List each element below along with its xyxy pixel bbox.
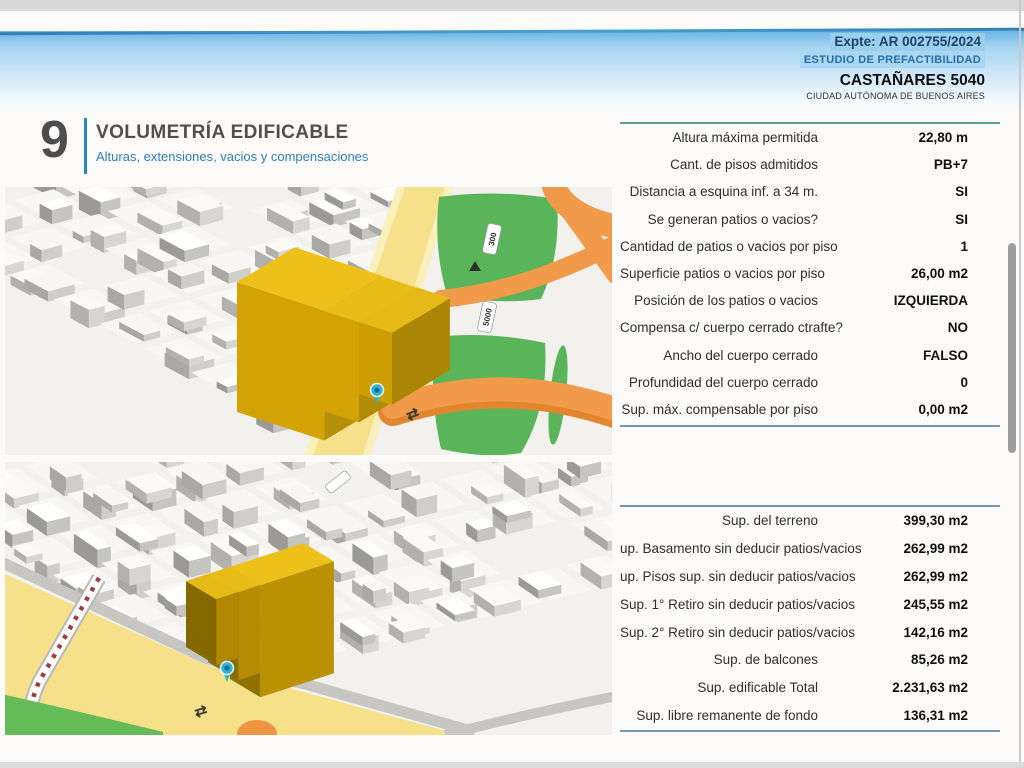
table-row: Compensa c/ cuerpo cerrado ctrafte? NO: [620, 314, 1000, 341]
bottom-gray-strip: [0, 762, 1024, 768]
table-row: Cantidad de patios o vacios por piso 1: [620, 233, 1000, 260]
row-value: SI: [955, 184, 968, 200]
row-label: Superficie patios o vacios por piso: [620, 266, 825, 282]
section-subtitle: Alturas, extensiones, vacios y compensac…: [96, 149, 369, 164]
row-value: NO: [947, 320, 968, 336]
row-label: Ancho del cuerpo cerrado: [663, 347, 818, 363]
document-page: Expte: AR 002755/2024 ESTUDIO DE PREFACT…: [0, 0, 1024, 768]
table-row: Sup. 1° Retiro sin deducir patios/vacios…: [620, 590, 1000, 618]
row-label: Se generan patios o vacios?: [647, 211, 818, 227]
row-value: IZQUIERDA: [893, 293, 968, 309]
scrollbar-thumb[interactable]: [1008, 243, 1016, 453]
row-value: 2.231,63 m2: [892, 680, 968, 696]
row-value: 262,99 m2: [903, 568, 968, 584]
row-value: 85,26 m2: [910, 652, 968, 668]
row-value: FALSO: [922, 347, 968, 363]
table-row: Se generan patios o vacios? SI: [620, 206, 1000, 233]
table-row: Sup. máx. compensable por piso 0,00 m2: [620, 396, 1000, 423]
row-label: Cantidad de patios o vacios por piso: [620, 238, 838, 254]
table-row: Profundidad del cuerpo cerrado 0: [620, 369, 1000, 396]
table-row: Sup. edificable Total 2.231,63 m2: [620, 674, 1000, 702]
table-row: Ancho del cuerpo cerrado FALSO: [620, 342, 1000, 369]
table-row: Cant. de pisos admitidos PB+7: [620, 151, 1000, 178]
row-value: 1: [960, 238, 968, 254]
row-label: Sup. libre remanente de fondo: [636, 707, 818, 723]
table-row: Sup. 2° Retiro sin deducir patios/vacios…: [620, 618, 1000, 646]
row-label: Sup. máx. compensable por piso: [621, 401, 818, 417]
row-value: 22,80 m: [918, 130, 968, 146]
row-label: Compensa c/ cuerpo cerrado ctrafte?: [620, 320, 843, 336]
row-value: 136,31 m2: [903, 707, 968, 723]
row-value: 26,00 m2: [910, 266, 968, 282]
row-value: SI: [955, 211, 968, 227]
page-edge-line: [1019, 0, 1021, 768]
row-value: 0: [960, 374, 968, 390]
report-header: Expte: AR 002755/2024 ESTUDIO DE PREFACT…: [799, 33, 985, 101]
row-label: Posición de los patios o vacios: [634, 293, 818, 309]
table-row: Superficie patios o vacios por piso 26,00…: [620, 260, 1000, 287]
row-label: Sup. 2° Retiro sin deducir patios/vacios: [620, 624, 856, 640]
map-3d-bottom: ⇄: [5, 462, 612, 735]
volumetry-table: Altura máxima permitida 22,80 m Cant. de p…: [620, 122, 1000, 427]
table-row: up. Pisos sup. sin deducir patios/vacios…: [620, 563, 1000, 591]
row-label: Sup. de balcones: [713, 652, 818, 668]
row-label: Profundidad del cuerpo cerrado: [628, 374, 818, 390]
expediente-number: Expte: AR 002755/2024: [830, 33, 985, 51]
study-type: ESTUDIO DE PREFACTIBILIDAD: [799, 52, 985, 68]
surfaces-table: Sup. del terreno 399,30 m2 up. Basamento s…: [620, 505, 1000, 732]
row-value: 142,16 m2: [903, 624, 968, 640]
section-divider: [84, 118, 87, 174]
table-row: Altura máxima permitida 22,80 m: [620, 124, 1000, 151]
row-label: Altura máxima permitida: [672, 130, 818, 146]
city-label: CIUDAD AUTÓNOMA DE BUENOS AIRES: [806, 91, 985, 101]
top-gray-strip: [0, 0, 1024, 11]
table-row: Sup. de balcones 85,26 m2: [620, 646, 1000, 674]
row-label: up. Basamento sin deducir patios/vacios: [620, 541, 862, 557]
row-label: Sup. 1° Retiro sin deducir patios/vacios: [620, 596, 856, 612]
table-row: Sup. libre remanente de fondo 136,31 m2: [620, 702, 1000, 730]
table-row: Distancia a esquina inf. a 34 m. SI: [620, 178, 1000, 205]
row-label: Cant. de pisos admitidos: [670, 157, 818, 173]
table-row: up. Basamento sin deducir patios/vacios 2…: [620, 535, 1000, 563]
row-label: Sup. del terreno: [721, 513, 818, 529]
row-value: 262,99 m2: [903, 541, 968, 557]
map-3d-top: 5000300⇄: [5, 187, 612, 455]
row-value: 245,55 m2: [903, 596, 968, 612]
table-row: Posición de los patios o vacios IZQUIERDA: [620, 287, 1000, 314]
section-number: 9: [40, 111, 69, 169]
table-row: Sup. del terreno 399,30 m2: [620, 507, 1000, 535]
row-value: 0,00 m2: [918, 401, 968, 417]
row-label: Distancia a esquina inf. a 34 m.: [629, 184, 818, 200]
section-title: VOLUMETRÍA EDIFICABLE: [96, 122, 349, 143]
property-address: CASTAÑARES 5040: [839, 71, 985, 89]
row-value: PB+7: [933, 157, 968, 173]
row-value: 399,30 m2: [903, 513, 968, 529]
row-label: Sup. edificable Total: [697, 680, 818, 696]
row-label: up. Pisos sup. sin deducir patios/vacios: [620, 568, 856, 584]
